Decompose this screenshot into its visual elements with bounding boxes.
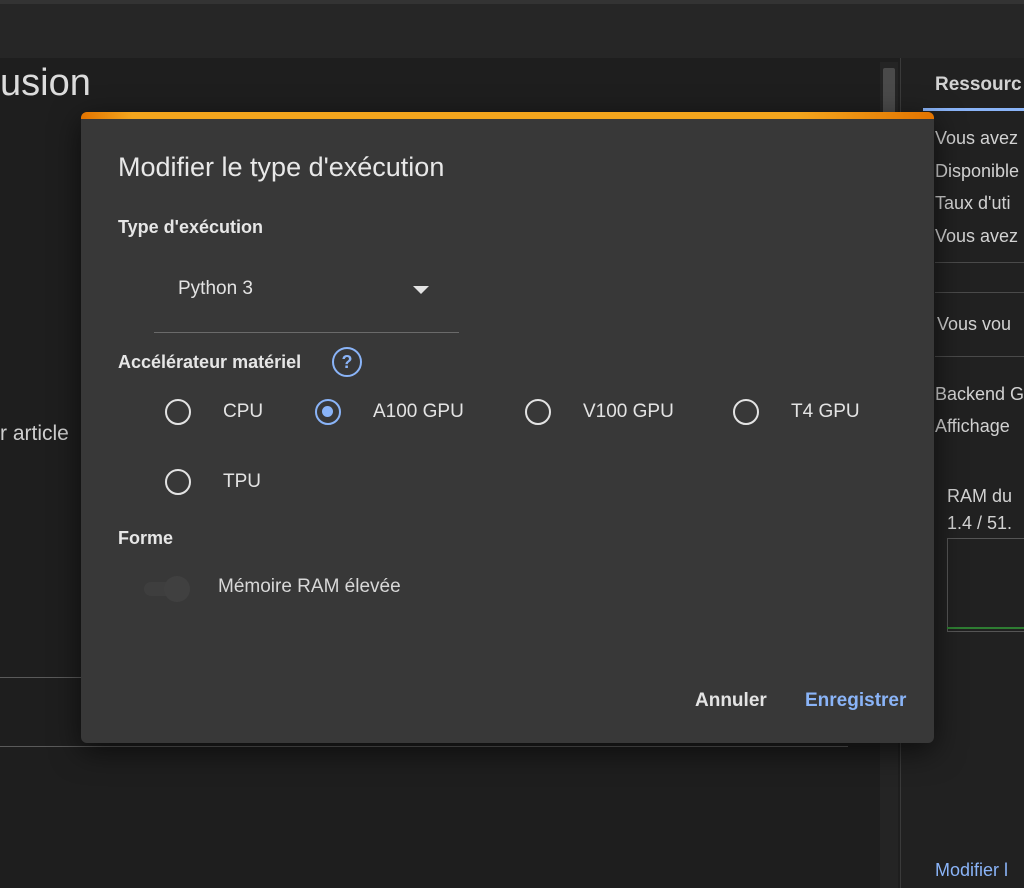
radio-circle[interactable]: [733, 399, 759, 425]
radio-label: T4 GPU: [791, 401, 860, 422]
display-line: Affichage: [935, 416, 1010, 436]
top-bar-edge: [0, 0, 1024, 4]
radio-label: A100 GPU: [373, 401, 464, 422]
radio-circle[interactable]: [165, 469, 191, 495]
modify-link[interactable]: Modifier l: [935, 860, 1008, 881]
radio-label: V100 GPU: [583, 401, 674, 422]
notebook-divider: [0, 746, 848, 747]
notebook-title-fragment: usion: [0, 62, 91, 104]
radio-circle[interactable]: [165, 399, 191, 425]
resources-line: Vous vou: [937, 314, 1012, 334]
runtime-type-select[interactable]: Python 3: [154, 264, 459, 333]
dropdown-arrow-icon: [413, 286, 429, 294]
high-ram-label: Mémoire RAM élevée: [218, 576, 401, 597]
notebook-divider: [0, 677, 82, 678]
ram-value: 1.4 / 51.: [947, 513, 1013, 533]
resources-line: Disponible: [935, 161, 1020, 181]
resources-divider: [935, 356, 1024, 357]
high-ram-toggle[interactable]: [144, 576, 202, 602]
resources-divider: [935, 262, 1024, 263]
save-button[interactable]: Enregistrer: [805, 690, 906, 712]
ram-label: RAM du: [947, 486, 1013, 506]
radio-label: TPU: [223, 471, 261, 492]
resources-tab-underline: [923, 108, 1024, 111]
resources-line: Vous avez: [935, 128, 1019, 148]
accelerator-label: Accélérateur matériel: [118, 352, 302, 372]
help-icon[interactable]: ?: [332, 347, 362, 377]
ram-usage-chart: [947, 538, 1024, 632]
radio-circle[interactable]: [525, 399, 551, 425]
notebook-text-fragment: r article: [0, 422, 69, 445]
ram-usage-line: [947, 627, 1024, 629]
resources-line: Vous avez: [935, 226, 1019, 246]
resources-heading[interactable]: Ressourc: [935, 74, 1022, 96]
dialog-top-bar: [81, 112, 934, 119]
app-top-bar: [0, 0, 1024, 59]
radio-label: CPU: [223, 401, 264, 422]
runtime-type-label: Type d'exécution: [118, 217, 263, 237]
runtime-type-dialog: Modifier le type d'exécution Type d'exéc…: [81, 112, 934, 743]
resources-divider: [935, 292, 1024, 293]
dialog-title: Modifier le type d'exécution: [118, 152, 445, 182]
cancel-button[interactable]: Annuler: [695, 690, 767, 712]
runtime-type-value: Python 3: [178, 278, 253, 299]
shape-label: Forme: [118, 528, 174, 548]
backend-line: Backend G: [935, 384, 1024, 404]
toggle-thumb[interactable]: [164, 576, 190, 602]
resources-line: Taux d'uti: [935, 193, 1011, 213]
radio-circle[interactable]: [315, 399, 341, 425]
